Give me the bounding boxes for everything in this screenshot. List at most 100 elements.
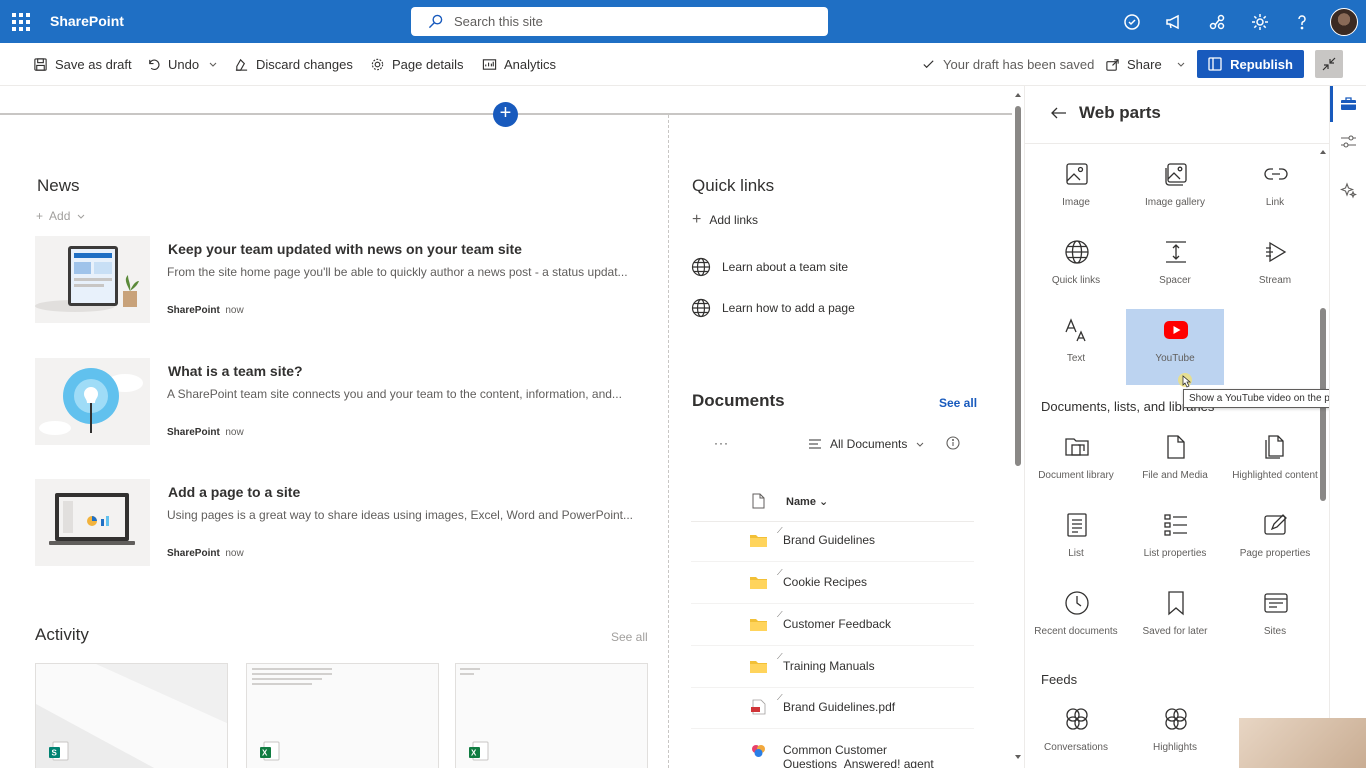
web-part-link[interactable]: Link: [1226, 153, 1324, 229]
activity-card[interactable]: X: [455, 663, 648, 768]
undo-dropdown-icon[interactable]: [207, 57, 219, 72]
web-part-label: Link: [1265, 197, 1285, 208]
web-part-label: Highlighted content: [1232, 470, 1318, 481]
canvas-scrollbar[interactable]: [1013, 86, 1023, 768]
back-arrow-icon[interactable]: [1050, 106, 1067, 120]
app-brand[interactable]: SharePoint: [50, 13, 124, 29]
right-rail: [1329, 86, 1366, 768]
svg-text:S: S: [52, 749, 58, 758]
folder-icon: [750, 619, 767, 631]
add-links-button[interactable]: + Add links: [692, 211, 758, 229]
help-icon[interactable]: [1292, 12, 1312, 32]
page-details-button[interactable]: Page details: [370, 57, 464, 72]
quick-link[interactable]: Learn how to add a page: [691, 298, 855, 318]
web-part-recent-documents[interactable]: Recent documents: [1027, 582, 1125, 658]
canvas-scroll-thumb[interactable]: [1015, 106, 1021, 466]
share-button[interactable]: Share: [1105, 57, 1187, 72]
chevron-down-icon: [1177, 62, 1185, 67]
search-box[interactable]: Search this site: [411, 7, 828, 36]
scroll-up-icon[interactable]: [1319, 148, 1327, 156]
more-options-button[interactable]: ···: [714, 436, 729, 450]
settings-icon[interactable]: [1250, 12, 1270, 32]
user-avatar[interactable]: [1330, 8, 1358, 36]
documents-heading: Documents: [692, 391, 785, 410]
youtube-icon: [1164, 321, 1188, 339]
web-part-document-library[interactable]: Document library: [1027, 426, 1125, 502]
app-launcher-icon[interactable]: [12, 13, 30, 31]
news-add-label: Add: [49, 209, 71, 223]
connections-icon[interactable]: [1207, 12, 1227, 32]
add-section-button[interactable]: +: [493, 102, 518, 127]
web-part-spacer[interactable]: Spacer: [1126, 231, 1224, 307]
news-item[interactable]: Add a page to a site Using pages is a gr…: [35, 479, 645, 566]
sparkle-icon[interactable]: [1340, 182, 1357, 199]
document-row[interactable]: ⟋ Cookie Recipes: [691, 563, 974, 604]
analytics-button[interactable]: Analytics: [482, 57, 556, 72]
document-row[interactable]: Common Customer Questions_Answered! agen…: [691, 730, 974, 768]
news-item[interactable]: Keep your team updated with news on your…: [35, 236, 645, 323]
list-view-icon: [809, 439, 821, 449]
web-part-image[interactable]: Image: [1027, 153, 1125, 229]
web-part-label: YouTube: [1155, 353, 1195, 364]
web-part-image-gallery[interactable]: Image gallery: [1126, 153, 1224, 229]
web-part-sites[interactable]: Sites: [1226, 582, 1324, 658]
save-draft-button[interactable]: Save as draft: [33, 57, 132, 72]
activity-see-all-link[interactable]: See all: [611, 630, 648, 644]
megaphone-icon[interactable]: [1164, 12, 1184, 32]
plus-icon: +: [36, 209, 44, 223]
republish-button[interactable]: Republish: [1197, 50, 1304, 78]
web-part-conversations[interactable]: Conversations: [1027, 698, 1125, 774]
collapse-button[interactable]: [1315, 50, 1343, 78]
web-part-label: Document library: [1038, 470, 1114, 481]
panel-scrollbar[interactable]: [1319, 146, 1327, 766]
name-column-header[interactable]: Name ⌄: [786, 495, 828, 508]
web-part-label: Page properties: [1239, 548, 1311, 559]
web-part-page-properties[interactable]: Page properties: [1226, 504, 1324, 580]
folder-icon: [750, 535, 767, 547]
info-icon[interactable]: [946, 436, 960, 450]
news-thumbnail-laptop: [35, 479, 150, 566]
copilot-icon[interactable]: [1122, 12, 1142, 32]
documents-column-header: Name ⌄: [691, 488, 974, 522]
web-part-list-properties[interactable]: List properties: [1126, 504, 1224, 580]
news-title[interactable]: Add a page to a site: [168, 484, 300, 500]
properties-sliders-icon[interactable]: [1340, 133, 1357, 150]
save-icon: [34, 58, 47, 71]
activity-card[interactable]: S: [35, 663, 228, 768]
news-add-button[interactable]: + Add: [36, 209, 86, 223]
web-part-label: Highlights: [1153, 742, 1197, 753]
quick-link[interactable]: Learn about a team site: [691, 257, 848, 277]
document-row[interactable]: ⟋ Customer Feedback: [691, 605, 974, 646]
stream-icon: [1266, 241, 1287, 263]
view-selector[interactable]: All Documents: [808, 437, 925, 451]
web-part-file-and-media[interactable]: File and Media: [1126, 426, 1224, 502]
web-part-quick-links[interactable]: Quick links: [1027, 231, 1125, 307]
web-part-saved-for-later[interactable]: Saved for later: [1126, 582, 1224, 658]
scroll-down-icon[interactable]: [1013, 752, 1023, 762]
add-links-label: Add links: [709, 213, 759, 227]
web-part-stream[interactable]: Stream: [1226, 231, 1324, 307]
document-row[interactable]: ⟋ Training Manuals: [691, 647, 974, 688]
web-part-list[interactable]: List: [1027, 504, 1125, 580]
activity-card[interactable]: X: [246, 663, 439, 768]
documents-see-all-link[interactable]: See all: [939, 396, 977, 410]
news-title[interactable]: Keep your team updated with news on your…: [168, 241, 522, 257]
spacer-icon: [1166, 241, 1186, 263]
folder-icon: [750, 661, 767, 673]
web-part-text[interactable]: Text: [1027, 309, 1125, 385]
news-title[interactable]: What is a team site?: [168, 363, 303, 379]
web-part-youtube[interactable]: YouTube: [1126, 309, 1224, 385]
web-part-highlighted-content[interactable]: Highlighted content: [1226, 426, 1324, 502]
copilot-agent-icon: [752, 745, 765, 757]
discard-changes-button[interactable]: Discard changes: [234, 57, 353, 72]
toolbox-icon[interactable]: [1340, 95, 1357, 112]
scroll-up-icon[interactable]: [1013, 90, 1023, 100]
web-part-highlights[interactable]: Highlights: [1126, 698, 1224, 774]
news-item[interactable]: What is a team site? A SharePoint team s…: [35, 358, 645, 445]
undo-button[interactable]: Undo: [146, 57, 199, 72]
folder-icon: [750, 577, 767, 589]
document-row[interactable]: ⟋ Brand Guidelines.pdf: [691, 688, 974, 729]
new-item-icon: ⟋: [777, 693, 783, 702]
news-description: A SharePoint team site connects you and …: [167, 387, 622, 401]
document-row[interactable]: ⟋ Brand Guidelines: [691, 521, 974, 562]
